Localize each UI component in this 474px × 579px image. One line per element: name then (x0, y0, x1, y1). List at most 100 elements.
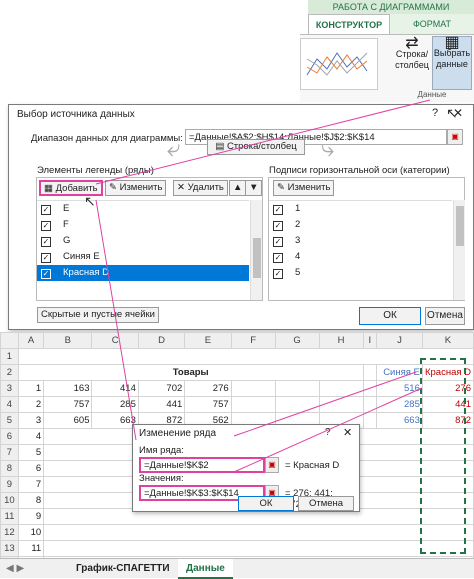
column-header[interactable]: B (43, 332, 93, 349)
table-row[interactable] (43, 524, 474, 541)
help-icon[interactable]: ? (325, 427, 331, 438)
legend-item[interactable]: ✓ F (37, 217, 249, 233)
cell[interactable]: 663 (376, 412, 423, 429)
row-header[interactable]: 10 (0, 492, 19, 509)
legend-item-selected[interactable]: ✓ Красная D (37, 265, 249, 281)
row-header[interactable]: 8 (0, 460, 19, 477)
cell[interactable]: 2 (17, 396, 45, 413)
cell[interactable]: 414 (91, 380, 139, 397)
cell[interactable]: 276 (184, 380, 232, 397)
checkbox[interactable]: ✓ (273, 205, 283, 215)
tab-format[interactable]: ФОРМАТ (390, 14, 474, 34)
column-header[interactable]: G (274, 332, 320, 349)
checkbox[interactable]: ✓ (273, 237, 283, 247)
cell[interactable] (362, 412, 378, 429)
hidden-empty-cells-button[interactable]: Скрытые и пустые ячейки (37, 307, 159, 323)
axis-item[interactable]: ✓ 2 (269, 217, 452, 233)
cell[interactable]: 285 (91, 396, 139, 413)
corner-cell[interactable] (0, 332, 19, 349)
range-picker-icon[interactable]: ▣ (265, 457, 279, 473)
cell[interactable]: 5 (17, 444, 45, 461)
cell[interactable]: 9 (17, 508, 45, 525)
cell[interactable]: 7 (17, 476, 45, 493)
row-header[interactable]: 7 (0, 444, 19, 461)
cell[interactable]: 11 (17, 540, 45, 557)
tab-spaghetti-chart[interactable]: График-СПАГЕТТИ (68, 559, 179, 579)
row-header[interactable]: 1 (0, 348, 19, 365)
axis-item[interactable]: ✓ 5 (269, 265, 452, 281)
column-header[interactable]: A (17, 332, 45, 349)
row-header[interactable]: 13 (0, 540, 19, 557)
tab-nav-icon[interactable]: ◀ ▶ (6, 563, 24, 574)
axis-item[interactable]: ✓ 1 (269, 201, 452, 217)
row-header[interactable]: 11 (0, 508, 19, 525)
table-row[interactable] (17, 348, 474, 365)
cell[interactable] (230, 380, 276, 397)
table-row[interactable] (43, 540, 474, 557)
cell[interactable]: 605 (43, 412, 93, 429)
tab-data[interactable]: Данные (178, 559, 233, 579)
column-header[interactable]: I (362, 332, 378, 349)
cell[interactable]: 702 (137, 380, 186, 397)
edit-series-button[interactable]: ✎ Изменить (105, 180, 167, 196)
close-icon[interactable]: ✕ (343, 426, 352, 439)
add-series-button[interactable]: ▦ Добавить (39, 180, 103, 196)
cell[interactable] (362, 396, 378, 413)
checkbox[interactable]: ✓ (273, 269, 283, 279)
checkbox[interactable]: ✓ (41, 205, 51, 215)
chart-style-thumbnail[interactable] (300, 38, 378, 90)
cell[interactable]: 285 (376, 396, 423, 413)
cell[interactable] (318, 396, 364, 413)
cell[interactable]: 163 (43, 380, 93, 397)
cell[interactable] (274, 396, 320, 413)
cell[interactable]: 6 (17, 460, 45, 477)
row-header[interactable]: 6 (0, 428, 19, 445)
row-header[interactable]: 2 (0, 364, 19, 381)
column-header[interactable]: J (376, 332, 423, 349)
series-name-input[interactable]: =Данные!$K$2 (139, 457, 265, 473)
switch-row-column-ribbon-button[interactable]: ⇄ Строка/ столбец (392, 36, 432, 88)
legend-scrollbar[interactable] (250, 200, 262, 300)
row-header[interactable]: 3 (0, 380, 19, 397)
axis-item[interactable]: ✓ 4 (269, 249, 452, 265)
checkbox[interactable]: ✓ (41, 253, 51, 263)
table-title-cell[interactable]: Товары (17, 364, 364, 381)
cell[interactable]: 3 (17, 412, 45, 429)
checkbox[interactable]: ✓ (273, 221, 283, 231)
cell[interactable] (230, 396, 276, 413)
cancel-button[interactable]: Отмена (425, 307, 465, 325)
ok-button[interactable]: ОК (238, 496, 294, 511)
cell[interactable]: 441 (137, 396, 186, 413)
column-header[interactable]: C (91, 332, 139, 349)
switch-row-column-button[interactable]: ▤ Строка/столбец (207, 139, 305, 155)
cell[interactable]: 757 (43, 396, 93, 413)
blue-header-cell[interactable]: Синяя E (376, 364, 423, 381)
cell[interactable]: 10 (17, 524, 45, 541)
cell[interactable]: 757 (184, 396, 232, 413)
cell[interactable] (362, 364, 378, 381)
ok-button[interactable]: ОК (359, 307, 421, 325)
row-header[interactable]: 5 (0, 412, 19, 429)
checkbox[interactable]: ✓ (273, 253, 283, 263)
column-header[interactable]: F (230, 332, 276, 349)
range-picker-icon[interactable]: ▣ (447, 129, 463, 145)
row-header[interactable]: 9 (0, 476, 19, 493)
column-header[interactable]: D (137, 332, 186, 349)
checkbox[interactable]: ✓ (41, 269, 51, 279)
column-header[interactable]: K (421, 332, 474, 349)
row-header[interactable]: 4 (0, 396, 19, 413)
cell[interactable]: 8 (17, 492, 45, 509)
move-down-button[interactable]: ▼ (245, 180, 263, 196)
cell[interactable]: 1 (17, 380, 45, 397)
checkbox[interactable]: ✓ (41, 237, 51, 247)
row-header[interactable]: 12 (0, 524, 19, 541)
legend-item[interactable]: ✓ Синяя E (37, 249, 249, 265)
tab-constructor[interactable]: КОНСТРУКТОР (308, 14, 390, 34)
help-icon[interactable]: ? (432, 107, 438, 119)
close-icon[interactable]: ✕ (453, 106, 463, 120)
column-header[interactable]: E (184, 332, 232, 349)
legend-item[interactable]: ✓ E (37, 201, 249, 217)
cell[interactable] (318, 380, 364, 397)
edit-axis-button[interactable]: ✎ Изменить (273, 180, 335, 196)
legend-item[interactable]: ✓ G (37, 233, 249, 249)
